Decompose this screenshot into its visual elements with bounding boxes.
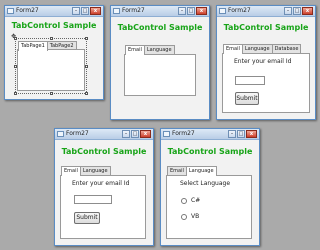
tab-email[interactable]: Email xyxy=(61,166,81,176)
minimize-button[interactable]: – xyxy=(178,7,186,15)
resize-handle[interactable] xyxy=(14,92,17,95)
form-icon xyxy=(113,8,120,14)
tab-page-email xyxy=(124,54,196,96)
minimize-button[interactable]: – xyxy=(228,130,236,138)
title-bar[interactable]: Form27 – □ x xyxy=(111,6,209,17)
minimize-button[interactable]: – xyxy=(72,7,80,15)
form-heading: TabControl Sample xyxy=(117,23,203,32)
close-button[interactable]: x xyxy=(90,7,101,15)
form-heading: TabControl Sample xyxy=(61,147,147,156)
minimize-button[interactable]: – xyxy=(284,7,292,15)
tab-page xyxy=(17,49,85,91)
email-input[interactable] xyxy=(235,76,265,85)
form-window-email-empty: Form27 – □ x TabControl Sample Email Lan… xyxy=(110,5,210,120)
form-window-language: Form27 – □ x TabControl Sample Email Lan… xyxy=(160,128,260,246)
form-icon xyxy=(57,131,64,137)
tab-page-language: Select Language C# VB xyxy=(166,175,252,239)
radio-label: VB xyxy=(191,213,200,220)
window-title: Form27 xyxy=(66,130,89,137)
language-label: Select Language xyxy=(180,180,231,187)
submit-button[interactable]: Submit xyxy=(235,92,259,105)
close-button[interactable]: x xyxy=(196,7,207,15)
submit-button[interactable]: Submit xyxy=(74,212,100,224)
form-heading: TabControl Sample xyxy=(11,21,97,30)
close-button[interactable]: x xyxy=(246,130,257,138)
title-bar[interactable]: Form27 – □ x xyxy=(161,129,259,140)
form-window-email-submit: Form27 – □ x TabControl Sample Email Lan… xyxy=(54,128,154,246)
maximize-button[interactable]: □ xyxy=(81,7,89,15)
minimize-button[interactable]: – xyxy=(122,130,130,138)
window-title: Form27 xyxy=(172,130,195,137)
close-button[interactable]: x xyxy=(302,7,313,15)
tab-email[interactable]: Email xyxy=(125,45,145,55)
resize-handle[interactable] xyxy=(50,92,53,95)
tab-page-email: Enter your email Id Submit xyxy=(222,53,310,113)
form-window-designer: Form27 – □ x TabControl Sample ✥ TabPage… xyxy=(4,5,104,100)
email-label: Enter your email Id xyxy=(72,180,130,187)
window-title: Form27 xyxy=(122,7,145,14)
resize-handle[interactable] xyxy=(85,37,88,40)
resize-handle[interactable] xyxy=(85,92,88,95)
form-heading: TabControl Sample xyxy=(223,23,309,32)
radio-csharp[interactable]: C# xyxy=(181,197,200,204)
email-input[interactable] xyxy=(74,195,112,204)
resize-handle[interactable] xyxy=(14,37,17,40)
radio-circle-icon[interactable] xyxy=(181,213,187,220)
window-title: Form27 xyxy=(16,7,39,14)
tab-tabpage1[interactable]: TabPage1 xyxy=(18,41,48,51)
tab-language[interactable]: Language xyxy=(185,166,217,176)
form-client-area: TabControl Sample Email Language Enter y… xyxy=(55,140,153,245)
tab-email[interactable]: Email xyxy=(223,44,243,54)
tab-page-email: Enter your email Id Submit xyxy=(60,175,146,239)
email-label: Enter your email Id xyxy=(234,58,292,65)
form-icon xyxy=(163,131,170,137)
form-client-area: TabControl Sample Email Language xyxy=(111,17,209,119)
form-icon xyxy=(7,8,14,14)
form-window-email-filled: Form27 – □ x TabControl Sample Email Lan… xyxy=(216,5,316,120)
form-client-area: TabControl Sample Email Language Databas… xyxy=(217,17,315,119)
window-title: Form27 xyxy=(228,7,251,14)
maximize-button[interactable]: □ xyxy=(187,7,195,15)
radio-circle-icon[interactable] xyxy=(181,197,187,204)
close-button[interactable]: x xyxy=(140,130,151,138)
radio-label: C# xyxy=(191,197,201,204)
title-bar[interactable]: Form27 – □ x xyxy=(5,6,103,17)
form-icon xyxy=(219,8,226,14)
title-bar[interactable]: Form27 – □ x xyxy=(55,129,153,140)
resize-handle[interactable] xyxy=(85,65,88,68)
form-client-area: TabControl Sample ✥ TabPage1 TabPage2 xyxy=(5,17,103,99)
maximize-button[interactable]: □ xyxy=(293,7,301,15)
title-bar[interactable]: Form27 – □ x xyxy=(217,6,315,17)
maximize-button[interactable]: □ xyxy=(131,130,139,138)
maximize-button[interactable]: □ xyxy=(237,130,245,138)
form-client-area: TabControl Sample Email Language Select … xyxy=(161,140,259,245)
resize-handle[interactable] xyxy=(50,37,53,40)
form-heading: TabControl Sample xyxy=(167,147,253,156)
radio-vb[interactable]: VB xyxy=(181,213,199,220)
